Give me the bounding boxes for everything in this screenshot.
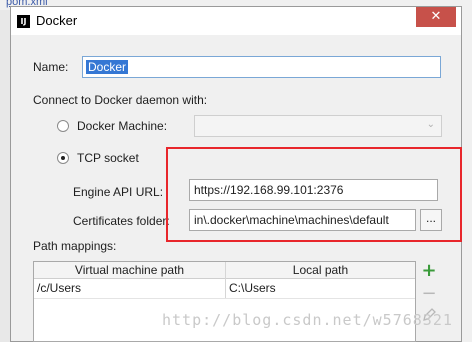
remove-mapping-button[interactable]: − xyxy=(420,285,438,303)
highlight-annotation-box xyxy=(166,147,462,242)
tcp-socket-radio[interactable] xyxy=(57,152,69,164)
tcp-socket-label: TCP socket xyxy=(77,151,139,165)
path-mappings-label: Path mappings: xyxy=(33,239,117,253)
name-field[interactable]: Docker xyxy=(82,56,441,78)
name-label: Name: xyxy=(33,60,69,74)
title-bar xyxy=(11,7,461,35)
intellij-app-icon: IJ xyxy=(17,15,30,28)
path-mappings-table: Virtual machine path Local path /c/Users… xyxy=(33,261,416,342)
docker-machine-radio[interactable] xyxy=(57,120,69,132)
name-field-value: Docker xyxy=(86,60,129,74)
close-button[interactable]: ✕ xyxy=(416,7,456,27)
dialog-title: Docker xyxy=(36,13,78,28)
add-mapping-button[interactable]: + xyxy=(420,262,438,280)
table-cell-local-path[interactable]: C:\Users xyxy=(226,279,415,298)
docker-machine-select[interactable]: ⌄ xyxy=(194,115,442,137)
engine-api-url-label: Engine API URL: xyxy=(73,185,164,199)
chevron-down-icon: ⌄ xyxy=(426,119,435,130)
column-header-virtual-path[interactable]: Virtual machine path xyxy=(34,262,225,279)
docker-machine-label: Docker Machine: xyxy=(77,119,168,133)
watermark: http://blog.csdn.net/w5768321 xyxy=(162,311,453,329)
column-header-local-path[interactable]: Local path xyxy=(226,262,415,279)
row-divider xyxy=(34,298,415,299)
certificates-folder-label: Certificates folder: xyxy=(73,214,170,228)
connect-label: Connect to Docker daemon with: xyxy=(33,93,208,107)
table-cell-virtual-path[interactable]: /c/Users xyxy=(34,279,225,298)
